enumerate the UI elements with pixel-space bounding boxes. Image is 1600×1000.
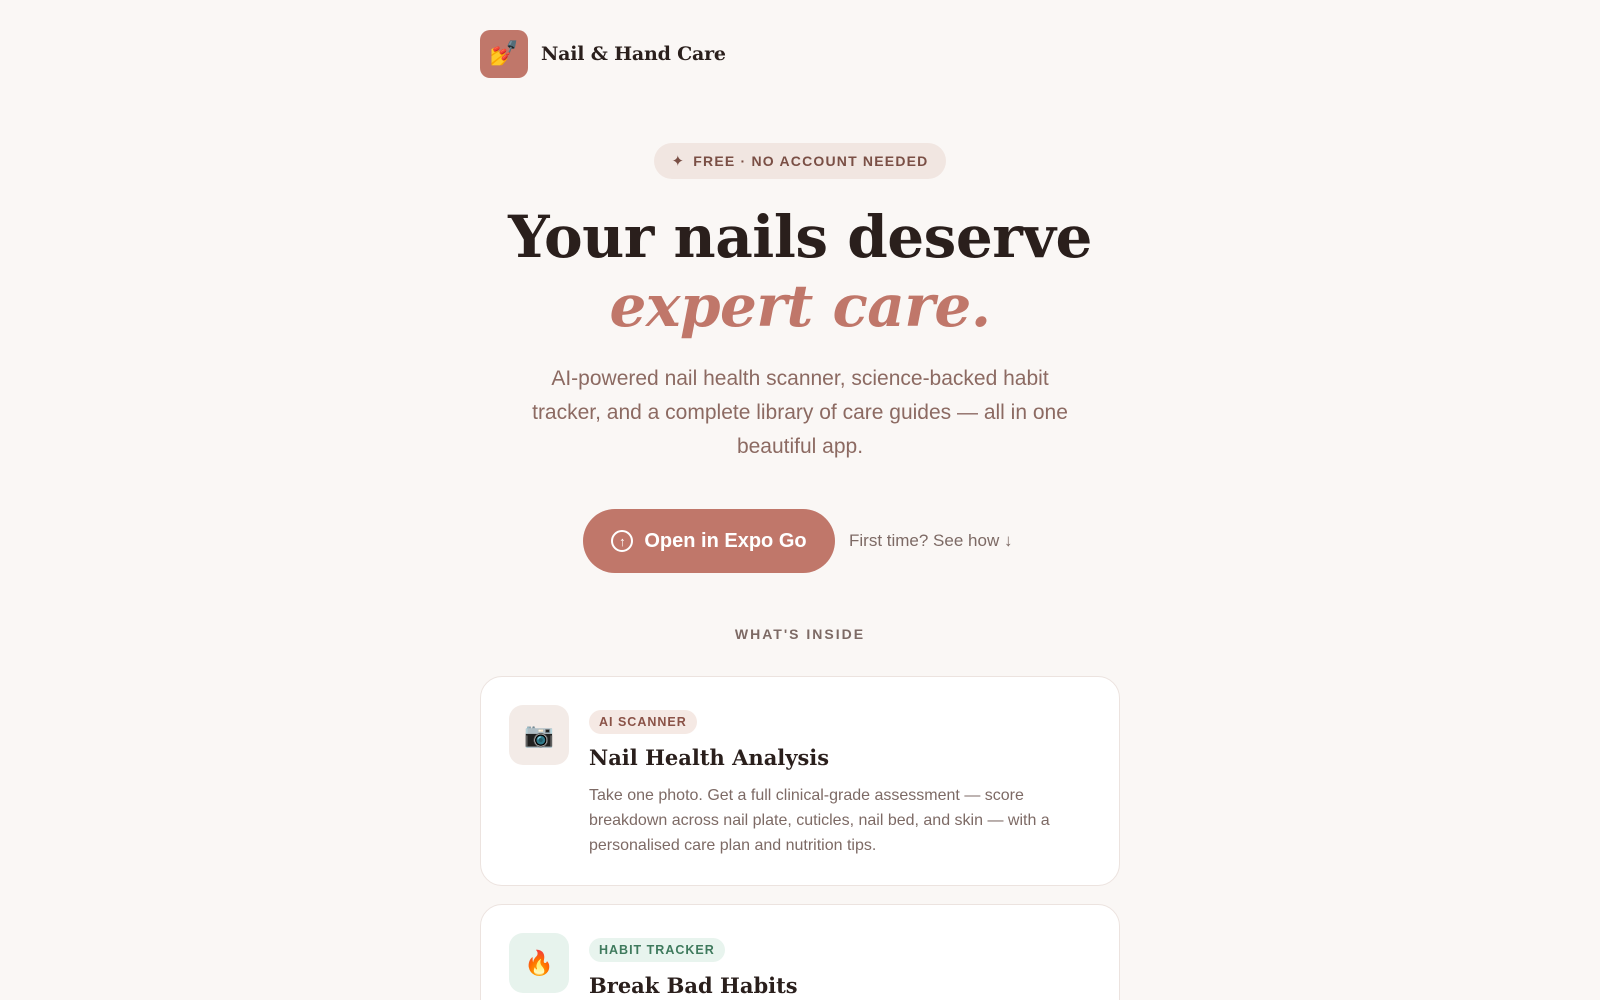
feature-title: Nail Health Analysis [589,745,830,770]
headline-line-2: expert care. [609,272,991,340]
open-in-expo-go-button[interactable]: ↑ Open in Expo Go [583,509,835,573]
feature-card-ai-scanner: 📷 AI SCANNER Nail Health Analysis Take o… [480,676,1120,886]
free-badge: ✦ FREE · NO ACCOUNT NEEDED [654,143,946,179]
brand[interactable]: 💅 Nail & Hand Care [480,30,726,78]
camera-icon: 📷 [509,705,569,765]
badge-text: FREE · NO ACCOUNT NEEDED [693,153,929,169]
feature-description: Take one photo. Get a full clinical-grad… [589,787,1050,854]
brand-name: Nail & Hand Care [541,43,726,65]
feature-card-habit-tracker: 🔥 HABIT TRACKER Break Bad Habits [480,904,1120,1000]
sparkle-icon: ✦ [671,153,686,170]
arrow-up-circle-icon: ↑ [611,530,634,552]
first-time-see-how-link[interactable]: First time? See how ↓ [849,531,1012,551]
feature-tag: AI SCANNER [589,710,697,734]
flame-icon: 🔥 [509,933,569,993]
nail-polish-logo-icon: 💅 [480,30,528,78]
section-label: WHAT'S INSIDE [734,626,866,642]
feature-tag: HABIT TRACKER [589,938,725,962]
headline-line-1: Your nails deserve [508,203,1092,271]
hero-subtitle: AI-powered nail health scanner, science-… [532,367,1068,458]
feature-title: Break Bad Habits [589,973,798,998]
cta-label: Open in Expo Go [644,529,807,552]
